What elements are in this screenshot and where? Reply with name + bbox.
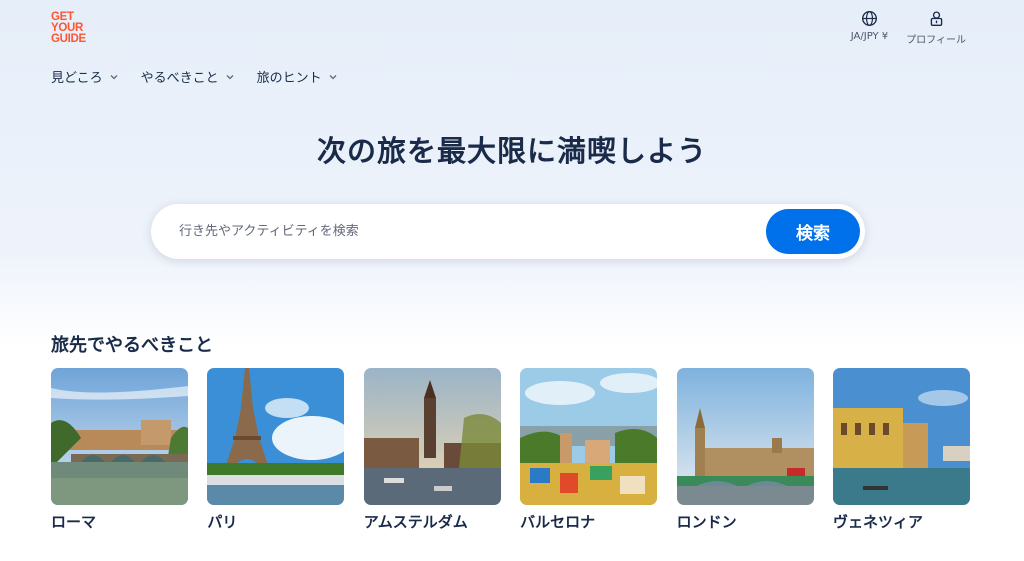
destination-card-venice[interactable]: ヴェネツィア (832, 368, 970, 532)
search-button[interactable]: 検索 (766, 209, 860, 254)
destination-name: ヴェネツィア (832, 513, 923, 531)
hero-title: 次の旅を最大限に満喫しよう (316, 134, 707, 168)
nav-item-label: 見どころ (51, 71, 103, 86)
eiffel-tower-photo (207, 368, 345, 505)
profile-label: プロフィール (906, 35, 966, 46)
nav-item-travel-tips[interactable]: 旅のヒント (257, 67, 338, 86)
destination-name: ロンドン (676, 513, 737, 531)
rome-bridge-photo (51, 368, 188, 505)
destination-card-paris[interactable]: パリ (207, 368, 345, 532)
nav-item-label: 旅のヒント (256, 71, 322, 86)
main-nav: 見どころ やるべきこと 旅のヒント (51, 67, 338, 86)
destination-card-amsterdam[interactable]: アムステルダム (363, 368, 501, 532)
destination-name: バルセロナ (520, 513, 596, 531)
user-lock-icon (930, 11, 942, 26)
language-currency-label: JA/JPY ¥ (850, 31, 889, 42)
nav-item-label: やるべきこと (140, 71, 219, 86)
search-input[interactable] (179, 218, 739, 244)
destination-cards: ローマ パリ アムステルダム バルセロナ ロンドン ヴェネツィア (51, 368, 970, 532)
chevron-down-icon (329, 74, 337, 79)
westminster-photo (676, 368, 814, 505)
destination-name: パリ (207, 513, 238, 531)
destination-name: アムステルダム (363, 513, 468, 531)
globe-icon (862, 11, 877, 26)
destination-card-london[interactable]: ロンドン (676, 368, 814, 532)
logo-line-3: GUIDE (51, 33, 86, 45)
header-actions: JA/JPY ¥ プロフィール (851, 10, 966, 46)
venice-canal-photo (832, 368, 970, 505)
section-title: 旅先でやるべきこと (51, 335, 213, 356)
destination-name: ローマ (51, 513, 97, 531)
amsterdam-canal-photo (363, 368, 501, 505)
park-guell-photo (520, 368, 658, 505)
destination-card-rome[interactable]: ローマ (51, 368, 188, 532)
nav-item-sights[interactable]: 見どころ (51, 67, 119, 86)
chevron-down-icon (226, 74, 234, 79)
nav-item-things-to-do[interactable]: やるべきこと (141, 67, 235, 86)
search-bar: 検索 (151, 204, 865, 259)
destination-card-barcelona[interactable]: バルセロナ (520, 368, 658, 532)
getyourguide-logo[interactable]: GET YOUR GUIDE (51, 11, 86, 45)
chevron-down-icon (110, 74, 118, 79)
language-currency-button[interactable]: JA/JPY ¥ (851, 10, 888, 46)
profile-button[interactable]: プロフィール (906, 10, 966, 46)
